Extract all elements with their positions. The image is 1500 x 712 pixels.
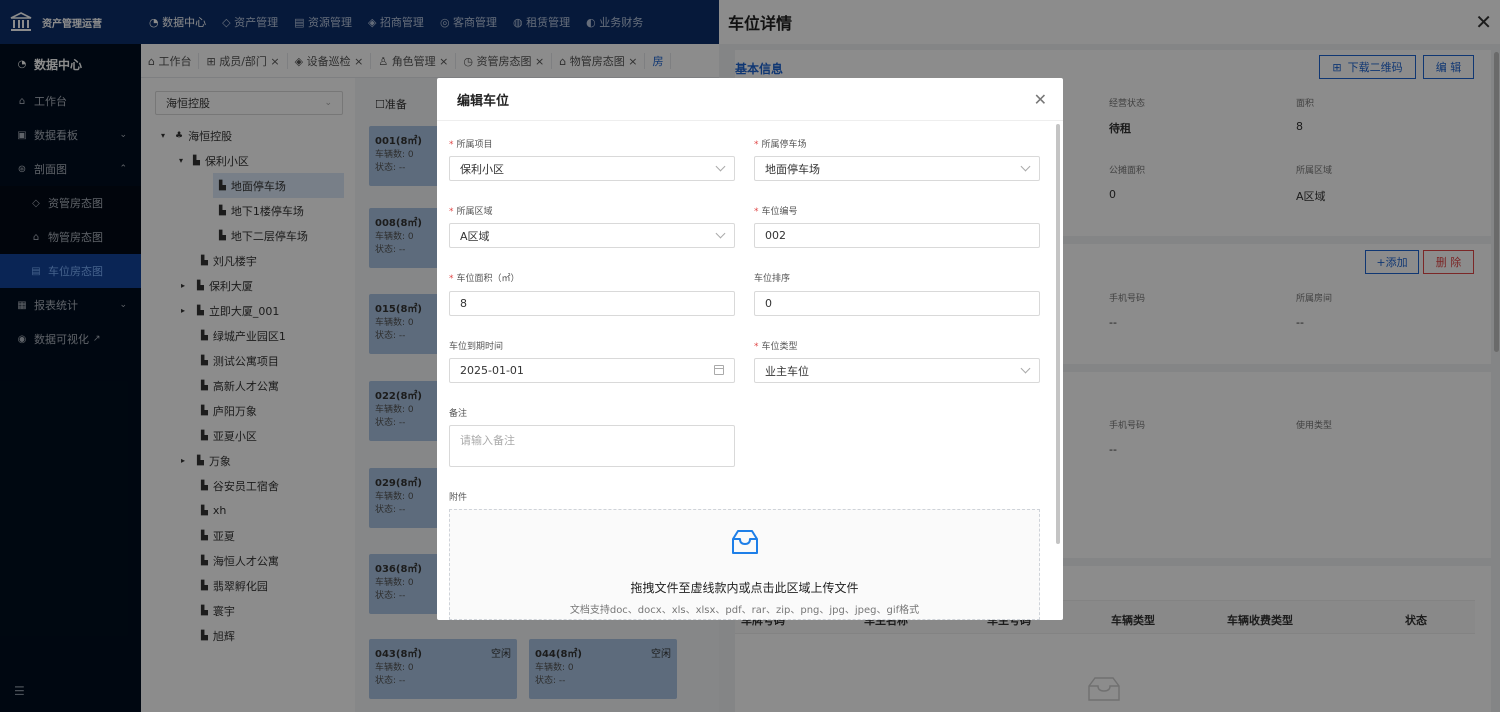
modal-header: 编辑车位 ✕ — [437, 78, 1063, 121]
remark-label: 备注 — [449, 409, 468, 419]
inbox-icon — [732, 530, 758, 554]
parking-lot-label: * 所属停车场 — [754, 140, 807, 150]
upload-dropzone[interactable]: 拖拽文件至虚线款内或点击此区域上传文件 文档支持doc、docx、xls、xls… — [449, 509, 1040, 620]
project-label: * 所属项目 — [449, 140, 493, 150]
chevron-down-icon — [1020, 363, 1031, 374]
upload-formats: 文档支持doc、docx、xls、xlsx、pdf、rar、zip、png、jp… — [569, 605, 920, 616]
upload-tip: 拖拽文件至虚线款内或点击此区域上传文件 — [630, 581, 859, 595]
edit-parking-modal: 编辑车位 ✕ * 所属项目 保利小区 * 所属停车场 地面停车场 * 所属区域 A区域… — [437, 78, 1063, 620]
parking-lot-select[interactable]: 地面停车场 — [754, 156, 1040, 181]
expire-date-picker[interactable]: 2025-01-01 — [449, 358, 735, 383]
remark-textarea[interactable]: 请输入备注 — [449, 425, 735, 467]
space-area-input[interactable]: 8 — [449, 291, 735, 316]
space-type-select[interactable]: 业主车位 — [754, 358, 1040, 383]
region-label: * 所属区域 — [449, 207, 493, 217]
chevron-down-icon — [1020, 161, 1031, 172]
calendar-icon — [714, 365, 724, 375]
expire-date-label: 车位到期时间 — [449, 342, 504, 352]
space-number-label: * 车位编号 — [754, 207, 798, 217]
space-type-label: * 车位类型 — [754, 342, 798, 352]
attachment-label: 附件 — [449, 493, 468, 503]
region-select[interactable]: A区域 — [449, 223, 735, 248]
chevron-down-icon — [715, 161, 726, 172]
space-sort-label: 车位排序 — [754, 274, 791, 284]
close-icon[interactable]: ✕ — [1034, 90, 1047, 109]
space-area-label: * 车位面积（㎡） — [449, 274, 520, 284]
chevron-down-icon — [715, 228, 726, 239]
space-number-input[interactable]: 002 — [754, 223, 1040, 248]
modal-scrollbar[interactable] — [1056, 124, 1060, 544]
modal-title: 编辑车位 — [457, 93, 510, 109]
project-select[interactable]: 保利小区 — [449, 156, 735, 181]
space-sort-input[interactable]: 0 — [754, 291, 1040, 316]
